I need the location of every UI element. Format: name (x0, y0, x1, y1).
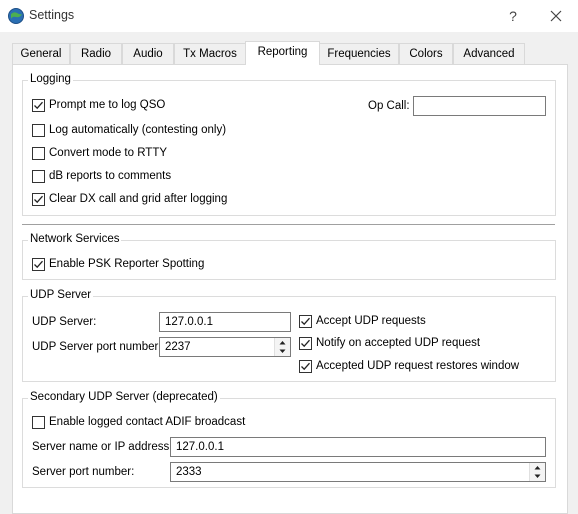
db-reports-checkbox[interactable] (32, 170, 45, 183)
secondary-port-label: Server port number: (32, 466, 135, 478)
close-icon (550, 10, 562, 22)
spin-down-icon[interactable] (275, 347, 290, 356)
prompt-log-qso-checkbox[interactable] (32, 99, 45, 112)
accept-udp-requests-label: Accept UDP requests (316, 315, 426, 327)
udp-port-spinner[interactable] (274, 338, 290, 356)
help-button[interactable]: ? (500, 4, 526, 28)
network-services-title: Network Services (28, 233, 122, 245)
op-call-input[interactable] (413, 96, 546, 116)
secondary-port-input[interactable]: 2333 (170, 462, 546, 482)
checkmark-icon (301, 362, 310, 371)
checkmark-icon (34, 195, 43, 204)
convert-rtty-label: Convert mode to RTTY (49, 147, 168, 159)
clear-dx-checkbox[interactable] (32, 193, 45, 206)
spin-up-icon[interactable] (530, 463, 545, 472)
udp-server-input[interactable]: 127.0.0.1 (159, 312, 291, 332)
psk-reporter-checkbox[interactable] (32, 258, 45, 271)
close-button[interactable] (542, 4, 570, 28)
tab-colors[interactable]: Colors (399, 43, 453, 64)
secondary-server-label: Server name or IP address: (32, 441, 173, 453)
udp-server-label: UDP Server: (32, 316, 97, 328)
tab-radio[interactable]: Radio (70, 43, 122, 64)
spin-up-icon[interactable] (275, 338, 290, 347)
logging-title: Logging (28, 73, 73, 85)
udp-port-input[interactable]: 2237 (159, 337, 291, 357)
checkmark-icon (301, 339, 310, 348)
convert-rtty-checkbox[interactable] (32, 147, 45, 160)
enable-adif-label: Enable logged contact ADIF broadcast (49, 416, 246, 428)
psk-reporter-label: Enable PSK Reporter Spotting (49, 258, 205, 270)
tab-audio[interactable]: Audio (122, 43, 174, 64)
checkmark-icon (34, 101, 43, 110)
spin-down-icon[interactable] (530, 472, 545, 481)
tab-tx-macros[interactable]: Tx Macros (174, 43, 246, 64)
tab-general[interactable]: General (12, 43, 70, 64)
accept-udp-requests-checkbox[interactable] (299, 315, 312, 328)
app-logo-icon (8, 8, 24, 24)
notify-accepted-label: Notify on accepted UDP request (316, 337, 481, 349)
prompt-log-qso-label: Prompt me to log QSO (49, 99, 166, 111)
checkmark-icon (34, 260, 43, 269)
restores-window-label: Accepted UDP request restores window (316, 360, 520, 372)
log-automatically-checkbox[interactable] (32, 124, 45, 137)
enable-adif-checkbox[interactable] (32, 416, 45, 429)
notify-accepted-checkbox[interactable] (299, 337, 312, 350)
restores-window-checkbox[interactable] (299, 360, 312, 373)
log-automatically-label: Log automatically (contesting only) (49, 124, 227, 136)
tab-frequencies[interactable]: Frequencies (319, 43, 399, 64)
db-reports-label: dB reports to comments (49, 170, 172, 182)
divider (22, 224, 555, 225)
window-title: Settings (29, 8, 75, 22)
secondary-port-spinner[interactable] (529, 463, 545, 481)
tab-reporting[interactable]: Reporting (245, 41, 320, 65)
udp-port-label: UDP Server port number: (32, 341, 162, 353)
tab-advanced[interactable]: Advanced (453, 43, 525, 64)
checkmark-icon (301, 317, 310, 326)
secondary-server-input[interactable]: 127.0.0.1 (170, 437, 546, 457)
clear-dx-label: Clear DX call and grid after logging (49, 193, 228, 205)
udp-server-title: UDP Server (28, 289, 94, 301)
op-call-label: Op Call: (368, 100, 410, 112)
title-bar (0, 0, 578, 32)
secondary-udp-title: Secondary UDP Server (deprecated) (28, 391, 220, 403)
